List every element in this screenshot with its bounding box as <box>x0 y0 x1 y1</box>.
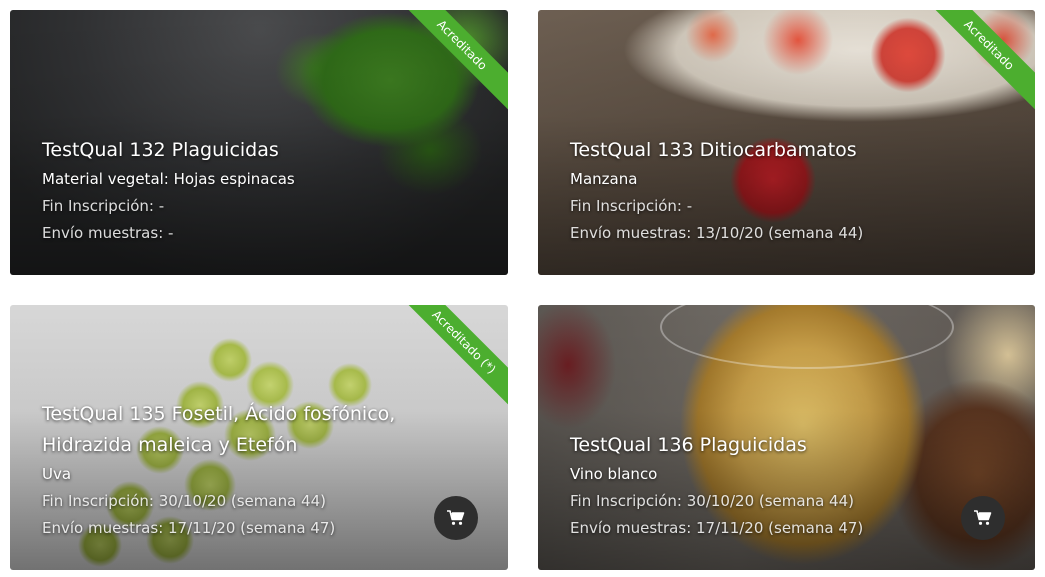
card-subtitle: Vino blanco <box>570 465 658 483</box>
sample-shipping-date: Envío muestras: 17/11/20 (semana 47) <box>570 519 864 537</box>
product-card-testqual-133[interactable]: Acreditado TestQual 133 Ditiocarbamatos … <box>538 10 1035 275</box>
product-card-testqual-135[interactable]: Acreditado (*) TestQual 135 Fosetil, Áci… <box>10 305 508 570</box>
card-title[interactable]: TestQual 136 Plaguicidas <box>570 430 863 461</box>
card-subtitle: Material vegetal: Hojas espinacas <box>42 170 295 188</box>
shopping-cart-icon <box>447 510 465 525</box>
card-subtitle: Uva <box>42 465 72 483</box>
card-content: TestQual 135 Fosetil, Ácido fosfónico, H… <box>42 399 412 542</box>
card-content: TestQual 132 Plaguicidas Material vegeta… <box>42 135 295 247</box>
sample-shipping-date: Envío muestras: - <box>42 224 174 242</box>
sample-shipping-date: Envío muestras: 13/10/20 (semana 44) <box>570 224 864 242</box>
registration-deadline: Fin Inscripción: - <box>42 197 165 215</box>
add-to-cart-button[interactable] <box>961 496 1005 540</box>
product-card-testqual-136[interactable]: TestQual 136 Plaguicidas Vino blanco Fin… <box>538 305 1035 570</box>
card-content: TestQual 133 Ditiocarbamatos Manzana Fin… <box>570 135 863 247</box>
registration-deadline: Fin Inscripción: - <box>570 197 693 215</box>
card-subtitle: Manzana <box>570 170 638 188</box>
card-title[interactable]: TestQual 132 Plaguicidas <box>42 135 295 166</box>
card-title[interactable]: TestQual 133 Ditiocarbamatos <box>570 135 863 166</box>
card-content: TestQual 136 Plaguicidas Vino blanco Fin… <box>570 430 863 542</box>
product-card-testqual-132[interactable]: Acreditado TestQual 132 Plaguicidas Mate… <box>10 10 508 275</box>
registration-deadline: Fin Inscripción: 30/10/20 (semana 44) <box>42 492 326 510</box>
sample-shipping-date: Envío muestras: 17/11/20 (semana 47) <box>42 519 336 537</box>
card-title[interactable]: TestQual 135 Fosetil, Ácido fosfónico, H… <box>42 399 412 461</box>
registration-deadline: Fin Inscripción: 30/10/20 (semana 44) <box>570 492 854 510</box>
add-to-cart-button[interactable] <box>434 496 478 540</box>
shopping-cart-icon <box>974 510 992 525</box>
